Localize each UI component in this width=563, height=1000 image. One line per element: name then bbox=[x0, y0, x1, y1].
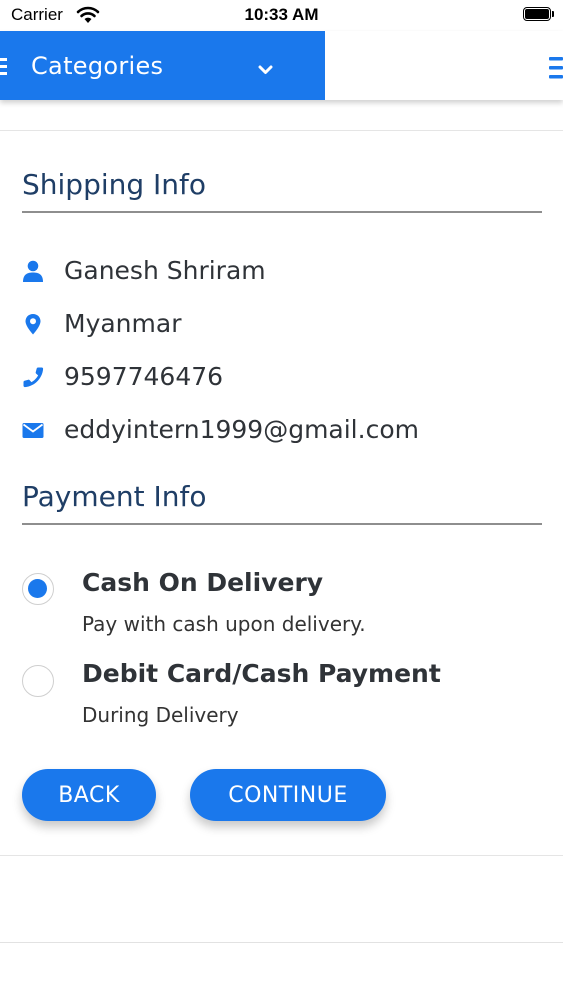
payment-info-title: Payment Info bbox=[22, 480, 207, 513]
hamburger-menu-icon[interactable] bbox=[549, 57, 563, 83]
map-pin-icon bbox=[22, 313, 44, 335]
phone-icon bbox=[22, 366, 44, 388]
divider bbox=[0, 855, 563, 856]
debit-card-radio[interactable] bbox=[22, 665, 54, 697]
user-icon bbox=[22, 260, 44, 282]
divider bbox=[0, 130, 563, 131]
section-divider bbox=[22, 523, 542, 525]
battery-icon bbox=[523, 7, 554, 22]
menu-icon bbox=[0, 58, 8, 80]
shipping-location: Myanmar bbox=[64, 309, 182, 338]
continue-button[interactable]: CONTINUE bbox=[190, 769, 386, 821]
payment-option-subtitle: Pay with cash upon delivery. bbox=[82, 612, 366, 636]
clock: 10:33 AM bbox=[244, 5, 319, 24]
back-button[interactable]: BACK bbox=[22, 769, 156, 821]
status-bar: Carrier 10:33 AM bbox=[0, 0, 563, 31]
payment-option-subtitle: During Delivery bbox=[82, 703, 239, 727]
app-header: Categories bbox=[0, 31, 563, 100]
categories-label: Categories bbox=[31, 52, 164, 80]
chevron-down-icon bbox=[258, 60, 273, 79]
payment-option-title[interactable]: Cash On Delivery bbox=[82, 568, 323, 597]
shipping-email: eddyintern1999@gmail.com bbox=[64, 415, 419, 444]
shipping-info-title: Shipping Info bbox=[22, 168, 207, 201]
divider bbox=[0, 942, 563, 943]
envelope-icon bbox=[22, 419, 44, 441]
categories-dropdown[interactable]: Categories bbox=[0, 31, 325, 100]
shipping-name: Ganesh Shriram bbox=[64, 256, 266, 285]
section-divider bbox=[22, 211, 542, 213]
cash-on-delivery-radio[interactable] bbox=[22, 573, 54, 605]
shipping-phone: 9597746476 bbox=[64, 362, 224, 391]
payment-option-title[interactable]: Debit Card/Cash Payment bbox=[82, 659, 441, 688]
